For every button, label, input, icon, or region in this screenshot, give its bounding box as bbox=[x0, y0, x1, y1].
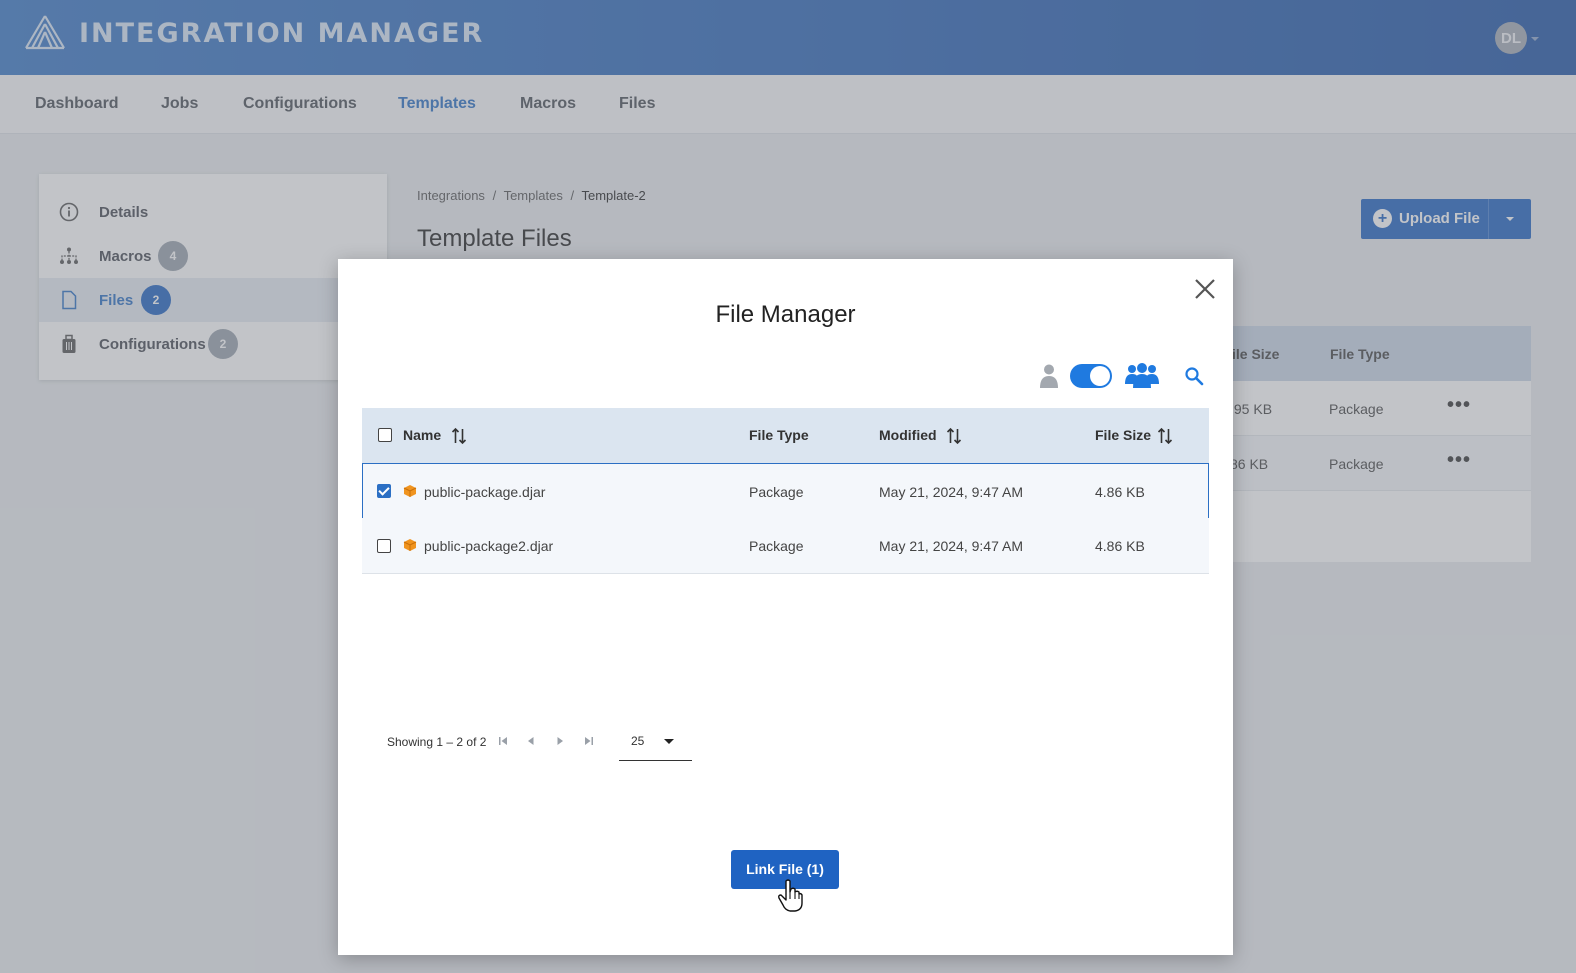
user-icon[interactable] bbox=[1038, 363, 1060, 389]
file-type-cell: Package bbox=[749, 484, 804, 500]
select-all-checkbox[interactable] bbox=[378, 428, 392, 442]
search-icon[interactable] bbox=[1184, 366, 1204, 386]
page-size-select[interactable]: 25 bbox=[619, 724, 692, 761]
package-icon bbox=[403, 485, 417, 497]
file-type-cell: Package bbox=[749, 538, 804, 554]
file-name-cell: public-package2.djar bbox=[424, 538, 554, 554]
table-row[interactable]: public-package.djar Package May 21, 2024… bbox=[362, 463, 1209, 519]
next-page-icon[interactable] bbox=[554, 735, 566, 747]
first-page-icon[interactable] bbox=[497, 735, 509, 747]
file-manager-dialog: File Manager Name File Type Modified Fil… bbox=[338, 259, 1233, 955]
modified-cell: May 21, 2024, 9:47 AM bbox=[879, 538, 1023, 554]
file-table-header: Name File Type Modified File Size bbox=[362, 408, 1209, 463]
modified-cell: May 21, 2024, 9:47 AM bbox=[879, 484, 1023, 500]
sort-icon[interactable] bbox=[946, 427, 962, 445]
column-header-file-type: File Type bbox=[749, 427, 809, 443]
dialog-title: File Manager bbox=[715, 301, 856, 328]
group-icon[interactable] bbox=[1124, 362, 1160, 390]
sort-icon[interactable] bbox=[451, 427, 467, 445]
chevron-down-icon bbox=[664, 739, 674, 744]
hand-pointer-icon bbox=[778, 879, 803, 912]
file-name-cell: public-package.djar bbox=[424, 484, 546, 500]
previous-page-icon[interactable] bbox=[525, 735, 537, 747]
file-size-cell: 4.86 KB bbox=[1095, 538, 1145, 554]
column-header-name[interactable]: Name bbox=[403, 427, 441, 443]
column-header-file-size[interactable]: File Size bbox=[1095, 427, 1151, 443]
page-size-value: 25 bbox=[631, 734, 645, 748]
file-size-cell: 4.86 KB bbox=[1095, 484, 1145, 500]
column-header-modified[interactable]: Modified bbox=[879, 427, 937, 443]
row-checkbox[interactable] bbox=[377, 539, 391, 553]
toggle-knob bbox=[1090, 366, 1110, 386]
shared-files-toggle[interactable] bbox=[1070, 364, 1112, 388]
close-icon[interactable] bbox=[1193, 277, 1217, 301]
table-row[interactable]: public-package2.djar Package May 21, 202… bbox=[362, 518, 1209, 574]
sort-icon[interactable] bbox=[1157, 427, 1173, 445]
last-page-icon[interactable] bbox=[583, 735, 595, 747]
pagination-status: Showing 1 – 2 of 2 bbox=[387, 735, 487, 749]
package-icon bbox=[403, 539, 417, 551]
row-checkbox[interactable] bbox=[377, 484, 391, 498]
